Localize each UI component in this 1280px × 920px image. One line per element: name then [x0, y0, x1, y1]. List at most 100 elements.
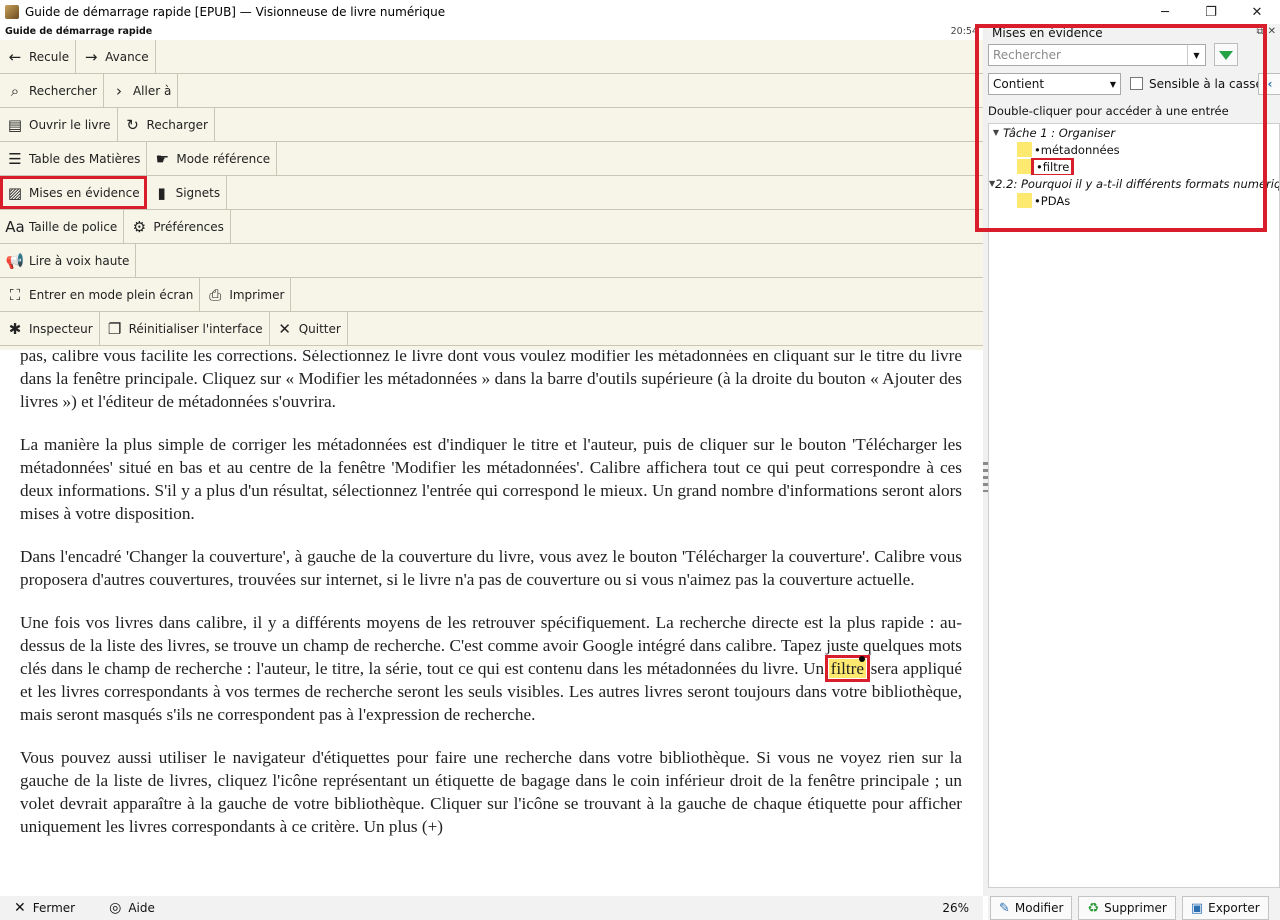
chevron-down-icon[interactable]: ▼: [1187, 45, 1205, 65]
menu-row: ← Recule → Avance: [0, 40, 983, 74]
mode-reference-icon: ☛: [155, 149, 170, 168]
menu-item-mode-reference[interactable]: ☛ Mode référence: [147, 142, 278, 175]
app-icon: [5, 5, 19, 19]
maximize-button[interactable]: ❐: [1188, 0, 1234, 24]
reading-progress: 26%: [942, 901, 969, 915]
search-input[interactable]: [989, 45, 1187, 65]
table-des-matieres-icon: ☰: [8, 149, 22, 168]
edit-label: Modifier: [1014, 901, 1064, 915]
recharger-icon: ↻: [126, 115, 139, 134]
find-next-button[interactable]: [1214, 43, 1238, 66]
delete-button[interactable]: ♻ Supprimer: [1078, 896, 1176, 920]
rechercher-icon: ⌕: [10, 81, 20, 100]
menu-row: ☰ Table des Matières ☛ Mode référence: [0, 142, 983, 176]
menu-item-signets[interactable]: ▮ Signets: [147, 176, 228, 209]
menu-item-table-des-matieres[interactable]: ☰ Table des Matières: [0, 142, 148, 175]
menu-item-recule[interactable]: ← Recule: [0, 40, 77, 73]
close-panel-icon[interactable]: ✕: [1268, 26, 1276, 37]
menu-item-label: Réinitialiser l'interface: [128, 321, 263, 336]
hint-text: Double-cliquer pour accéder à une entrée: [988, 104, 1229, 118]
menu-item-label: Préférences: [153, 219, 224, 234]
highlighted-text[interactable]: filtre: [824, 655, 871, 682]
lifebuoy-icon: ◎: [109, 900, 122, 916]
recycle-icon: ♻: [1087, 900, 1100, 916]
menu-item-preferences[interactable]: ⚙ Préférences: [124, 210, 231, 243]
tree-section[interactable]: ▼ 2.2: Pourquoi il y a-t-il différents fo…: [989, 175, 1279, 192]
help-button[interactable]: ◎ Aide: [109, 900, 155, 916]
export-label: Exporter: [1208, 901, 1260, 915]
close-window-button[interactable]: ✕: [1234, 0, 1280, 24]
highlight-color-swatch: [1017, 159, 1032, 174]
help-label: Aide: [128, 901, 155, 915]
aller-a-icon: ›: [115, 81, 122, 100]
section-title: 2.2: Pourquoi il y a-t-il différents for…: [995, 176, 1279, 191]
menu-item-quitter[interactable]: ✕ Quitter: [270, 312, 348, 345]
close-book-button[interactable]: ✕ Fermer: [14, 900, 75, 916]
highlight-handle[interactable]: [859, 656, 866, 662]
lire-a-voix-haute-icon: 📢: [5, 251, 25, 270]
section-title: Tâche 1 : Organiser: [1003, 125, 1116, 140]
highlighted-word: filtre: [830, 659, 865, 678]
menu-item-reinitialiser-l-interface[interactable]: ❐ Réinitialiser l'interface: [100, 312, 270, 345]
arrow-down-icon: [1219, 50, 1233, 60]
menu-item-aller-a[interactable]: › Aller à: [104, 74, 179, 107]
paragraph: Vous pouvez aussi utiliser le navigateur…: [20, 748, 962, 836]
menu-item-label: Avance: [105, 49, 149, 64]
tree-item[interactable]: •métadonnées: [989, 141, 1279, 158]
panel-title: Mises en évidence: [992, 26, 1103, 40]
menu-item-rechercher[interactable]: ⌕ Rechercher: [0, 74, 104, 107]
menu-row: ⛶ Entrer en mode plein écran ⎙ Imprimer: [0, 278, 983, 312]
minimize-button[interactable]: ─: [1142, 0, 1188, 24]
menu-item-inspecteur[interactable]: ✱ Inspecteur: [0, 312, 100, 345]
taille-de-police-icon: Aa: [5, 217, 25, 236]
book-title: Guide de démarrage rapide: [5, 26, 153, 37]
tree-section[interactable]: ▼ Tâche 1 : Organiser: [989, 124, 1279, 141]
menu-item-lire-a-voix-haute[interactable]: 📢 Lire à voix haute: [0, 244, 137, 277]
tree-item-label: •métadonnées: [1034, 142, 1120, 157]
reader-header: Guide de démarrage rapide 20:54: [0, 24, 983, 40]
panel-buttons: ✎ Modifier ♻ Supprimer ▣ Exporter: [988, 896, 1280, 920]
menu-row: ⌕ Rechercher › Aller à: [0, 74, 983, 108]
preferences-icon: ⚙: [132, 217, 147, 236]
menu-item-taille-de-police[interactable]: Aa Taille de police: [0, 210, 125, 243]
menu-item-label: Quitter: [298, 321, 341, 336]
menu-item-imprimer[interactable]: ⎙ Imprimer: [200, 278, 292, 311]
menu-item-ouvrir-le-livre[interactable]: ▤ Ouvrir le livre: [0, 108, 118, 141]
menu-item-label: Signets: [175, 185, 221, 200]
menu-row: ▤ Ouvrir le livre ↻ Recharger: [0, 108, 983, 142]
menu-row: Aa Taille de police ⚙ Préférences: [0, 210, 983, 244]
menu-row: ▨ Mises en évidence ▮ Signets: [0, 176, 983, 210]
signets-icon: ▮: [157, 183, 166, 202]
search-field[interactable]: ▼: [988, 44, 1206, 66]
export-button[interactable]: ▣ Exporter: [1181, 896, 1269, 920]
case-sensitive-label[interactable]: Sensible à la casse: [1149, 77, 1263, 91]
menu-item-label: Inspecteur: [29, 321, 93, 336]
highlight-color-swatch: [1017, 193, 1032, 208]
highlights-tree: ▼ Tâche 1 : Organiser •métadonnées •filtre ▼…: [988, 123, 1280, 888]
book-content[interactable]: pas, calibre vous facilite les correctio…: [20, 344, 962, 894]
paragraph-text: Une fois vos livres dans calibre, il y a…: [20, 613, 962, 678]
edit-button[interactable]: ✎ Modifier: [990, 896, 1073, 920]
menu-item-label: Aller à: [132, 83, 172, 98]
search-mode-select[interactable]: Contient ▼: [988, 73, 1121, 95]
menu-row: ✱ Inspecteur ❐ Réinitialiser l'interface ✕ Qu…: [0, 312, 983, 346]
menu-item-recharger[interactable]: ↻ Recharger: [118, 108, 215, 141]
edit-icon: ✎: [999, 900, 1010, 916]
status-bar: ✕ Fermer ◎ Aide 26%: [0, 896, 983, 920]
window-title: Guide de démarrage rapide [EPUB] — Visio…: [25, 5, 446, 19]
tree-item[interactable]: •filtre: [989, 158, 1279, 175]
find-previous-button[interactable]: ‹: [1258, 73, 1280, 95]
menu-item-mises-en-evidence[interactable]: ▨ Mises en évidence: [0, 176, 147, 209]
ouvrir-le-livre-icon: ▤: [7, 115, 23, 134]
float-icon[interactable]: ⧉: [1256, 26, 1263, 37]
recule-icon: ←: [8, 47, 22, 66]
expand-arrow-icon[interactable]: ▼: [989, 128, 1003, 137]
menu-item-avance[interactable]: → Avance: [76, 40, 156, 73]
menu-item-label: Recule: [29, 49, 70, 64]
menu-item-label: Rechercher: [29, 83, 97, 98]
menu-item-label: Imprimer: [229, 287, 285, 302]
menu-item-entrer-en-mode-plein-ecran[interactable]: ⛶ Entrer en mode plein écran: [0, 278, 201, 311]
case-sensitive-checkbox[interactable]: [1130, 77, 1143, 90]
tree-item-label: •filtre: [1030, 158, 1075, 175]
tree-item[interactable]: •PDAs: [989, 192, 1279, 209]
